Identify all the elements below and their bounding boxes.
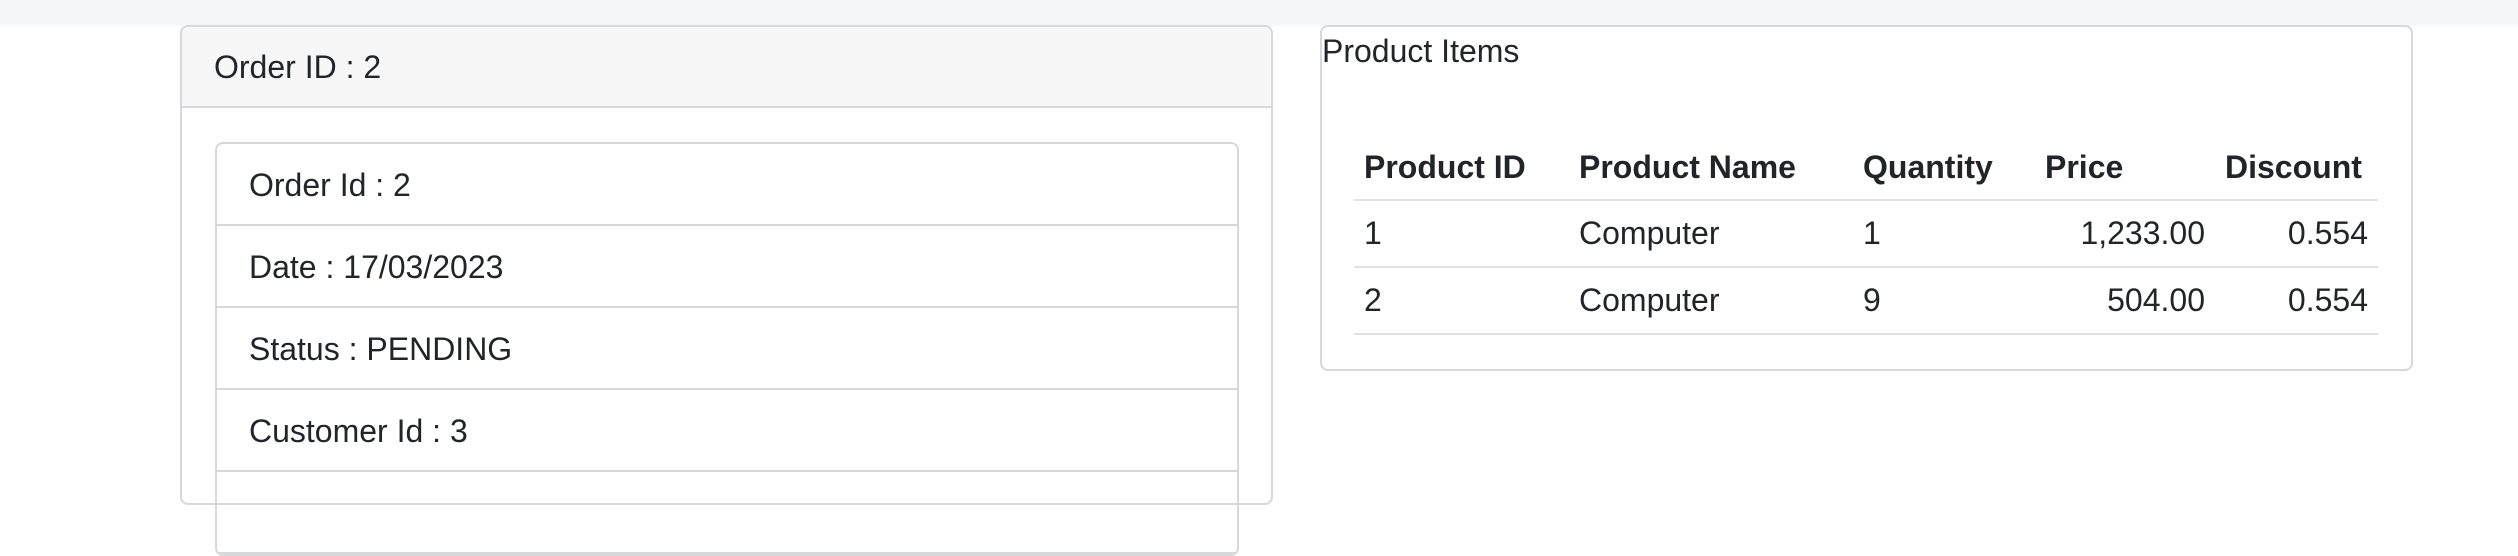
cell-price: 504.00 <box>2035 267 2215 335</box>
column-header-product-name: Product Name <box>1569 135 1853 201</box>
product-items-card: Product Items Product ID Product Name Qu… <box>1320 25 2413 371</box>
cell-product-name: Computer <box>1569 200 1853 268</box>
product-items-title: Product Items <box>1322 33 1520 69</box>
cell-price: 1,233.00 <box>2035 200 2215 268</box>
list-item <box>217 472 1237 554</box>
cell-product-id: 1 <box>1354 200 1569 268</box>
order-card: Order ID : 2 Order Id : 2 Date : 17/03/2… <box>180 25 1273 556</box>
order-status-item: Status : PENDING <box>217 308 1237 390</box>
order-details-list: Order Id : 2 Date : 17/03/2023 Status : … <box>215 142 1239 556</box>
order-date-item: Date : 17/03/2023 <box>217 226 1237 308</box>
top-bar <box>0 0 2518 26</box>
order-id-item: Order Id : 2 <box>217 144 1237 226</box>
table-row: 1 Computer 1 1,233.00 0.554 <box>1354 200 2378 268</box>
order-card-header: Order ID : 2 <box>182 27 1271 108</box>
cell-discount: 0.554 <box>2215 200 2378 268</box>
customer-id-item: Customer Id : 3 <box>217 390 1237 472</box>
column-header-price: Price <box>2035 135 2215 201</box>
column-header-quantity: Quantity <box>1853 135 2035 201</box>
cell-product-id: 2 <box>1354 267 1569 335</box>
cell-quantity: 9 <box>1853 267 2035 335</box>
column-header-discount: Discount <box>2215 135 2378 201</box>
cell-discount: 0.554 <box>2215 267 2378 335</box>
column-header-product-id: Product ID <box>1354 135 1569 201</box>
cell-quantity: 1 <box>1853 200 2035 268</box>
product-items-table: Product ID Product Name Quantity Price D… <box>1354 135 2378 335</box>
table-row: 2 Computer 9 504.00 0.554 <box>1354 267 2378 335</box>
cell-product-name: Computer <box>1569 267 1853 335</box>
table-header-row: Product ID Product Name Quantity Price D… <box>1354 135 2378 201</box>
